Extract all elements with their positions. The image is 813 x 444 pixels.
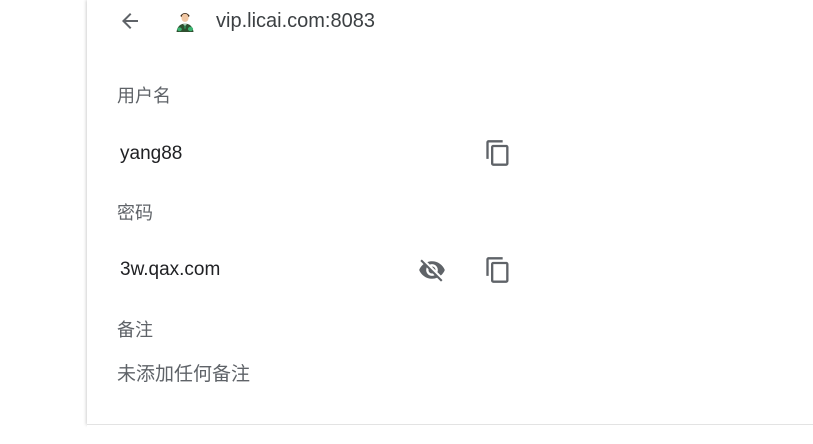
password-value[interactable]: 3w.qax.com: [120, 258, 220, 282]
username-value[interactable]: yang88: [120, 142, 182, 166]
site-title: vip.licai.com:8083: [216, 10, 375, 32]
site-favicon-icon: [176, 13, 194, 32]
copy-username-button[interactable]: [480, 135, 516, 171]
copy-icon: [486, 140, 509, 166]
back-button[interactable]: [115, 6, 145, 36]
arrow-back-icon: [122, 13, 138, 29]
toggle-password-visibility-button[interactable]: [414, 252, 450, 288]
password-details-panel: vip.licai.com:8083 用户名 yang88 密码 3w.qax.…: [87, 0, 813, 425]
note-label: 备注: [117, 320, 153, 340]
copy-password-button[interactable]: [480, 252, 516, 288]
below-panel-area: [87, 425, 813, 444]
password-label: 密码: [117, 203, 153, 223]
username-label: 用户名: [117, 86, 171, 106]
note-value: 未添加任何备注: [117, 364, 251, 385]
eye-off-icon: [419, 259, 445, 282]
left-gutter: [0, 0, 87, 444]
copy-icon: [486, 257, 509, 283]
